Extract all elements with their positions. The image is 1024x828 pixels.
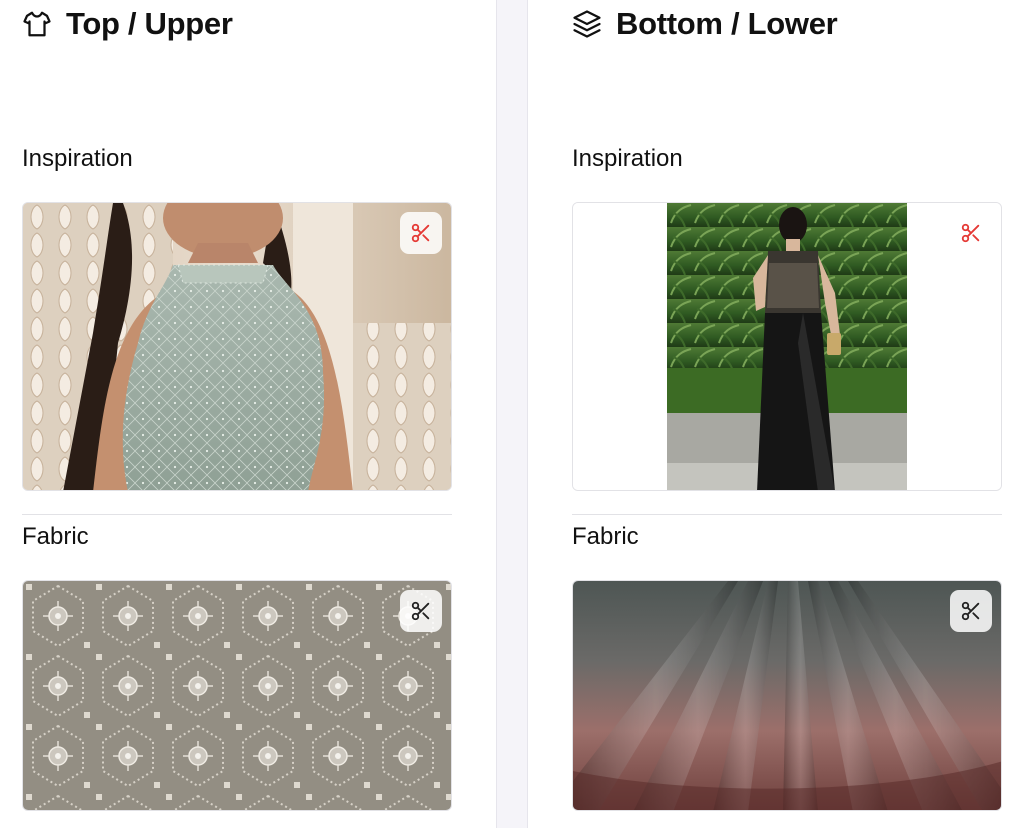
top-upper-heading: Top / Upper xyxy=(22,6,233,42)
top-inspiration-crop-button[interactable] xyxy=(400,212,442,254)
top-inspiration-image xyxy=(23,203,451,490)
top-fabric-image xyxy=(23,581,451,810)
bottom-inspiration-label: Inspiration xyxy=(572,145,683,172)
bottom-inspiration-image xyxy=(573,203,1001,490)
bottom-fabric-crop-button[interactable] xyxy=(950,590,992,632)
top-upper-column: Top / Upper Inspiration Fabric xyxy=(0,0,496,828)
top-fabric-crop-button[interactable] xyxy=(400,590,442,632)
bottom-fabric-label: Fabric xyxy=(572,523,639,550)
scissors-icon xyxy=(411,223,430,243)
bottom-lower-column: Bottom / Lower Inspiration Fabric xyxy=(528,0,1024,828)
bottom-fabric-image xyxy=(573,581,1001,810)
scissors-icon xyxy=(411,601,430,621)
scissors-icon xyxy=(961,601,980,621)
column-divider xyxy=(496,0,528,828)
top-section-divider xyxy=(22,514,452,515)
bottom-inspiration-image-card[interactable] xyxy=(572,202,1002,491)
bottom-inspiration-crop-button[interactable] xyxy=(950,212,992,254)
top-fabric-image-card[interactable] xyxy=(22,580,452,811)
bottom-fabric-image-card[interactable] xyxy=(572,580,1002,811)
top-inspiration-image-card[interactable] xyxy=(22,202,452,491)
bottom-lower-title: Bottom / Lower xyxy=(616,6,838,41)
layers-icon xyxy=(573,10,601,38)
bottom-lower-heading: Bottom / Lower xyxy=(572,6,838,42)
top-inspiration-label: Inspiration xyxy=(22,145,133,172)
shirt-icon xyxy=(23,11,51,37)
top-fabric-label: Fabric xyxy=(22,523,89,550)
bottom-section-divider xyxy=(572,514,1002,515)
top-upper-title: Top / Upper xyxy=(66,6,233,41)
scissors-icon xyxy=(961,223,980,243)
